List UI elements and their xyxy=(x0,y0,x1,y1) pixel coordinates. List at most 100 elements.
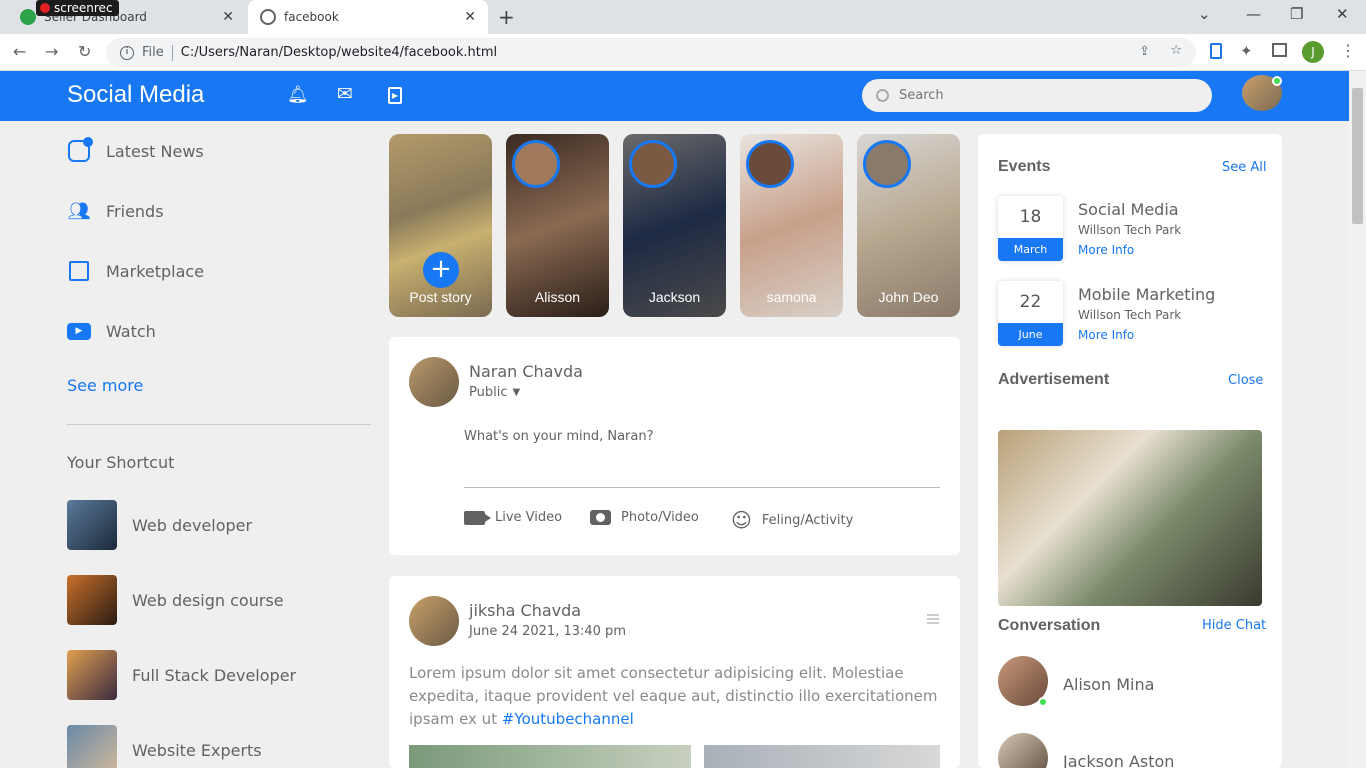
story-john-deo[interactable]: John Deo xyxy=(857,134,960,317)
extension-icon[interactable] xyxy=(1210,43,1222,59)
contact-avatar[interactable] xyxy=(998,733,1048,768)
event-day: 22 xyxy=(1019,292,1042,312)
caret-down-icon: ▼ xyxy=(512,387,521,398)
story-jackson[interactable]: Jackson xyxy=(623,134,726,317)
event-title: Mobile Marketing xyxy=(1078,285,1216,304)
profile-avatar[interactable]: J xyxy=(1302,41,1324,63)
site-navbar: Social Media 🔔︎ ✉ ▶ xyxy=(0,71,1349,121)
event-date-box: 18 March xyxy=(998,196,1063,261)
forward-icon[interactable]: → xyxy=(45,42,58,61)
feeling-activity-button[interactable]: ☺ Feling/Activity xyxy=(731,508,853,532)
hide-chat-link[interactable]: Hide Chat xyxy=(1202,618,1266,633)
composer-input[interactable]: What's on your mind, Naran? xyxy=(464,429,654,444)
shortcut-thumbnail xyxy=(67,575,117,625)
tab-search-icon[interactable]: ⌄ xyxy=(1198,5,1211,23)
new-tab-icon[interactable]: + xyxy=(498,5,515,29)
sidebar-item-latest-news[interactable]: Latest News xyxy=(67,137,204,163)
reload-icon[interactable]: ↻ xyxy=(78,42,91,61)
composer-user-name: Naran Chavda xyxy=(469,362,583,381)
side-panel-icon[interactable] xyxy=(1272,43,1287,57)
story-post[interactable]: + Post story xyxy=(389,134,492,317)
sidebar-item-friends[interactable]: 👥︎ Friends xyxy=(67,199,164,223)
story-alisson[interactable]: Alisson xyxy=(506,134,609,317)
conversation-title: Conversation xyxy=(998,617,1101,634)
post-image[interactable] xyxy=(704,745,940,768)
event-title: Social Media xyxy=(1078,200,1179,219)
shortcut-label: Web design course xyxy=(132,590,284,610)
scrollbar-thumb[interactable] xyxy=(1352,88,1363,224)
restore-icon[interactable]: ❐ xyxy=(1290,5,1303,23)
globe-icon xyxy=(260,9,276,25)
advertisement-image[interactable] xyxy=(998,430,1262,606)
bookmark-star-icon[interactable]: ☆ xyxy=(1170,43,1182,58)
contact-name[interactable]: Jackson Aston xyxy=(1063,752,1174,768)
events-title: Events xyxy=(998,158,1051,175)
post-hashtag[interactable]: #Youtubechannel xyxy=(502,710,634,728)
video-camera-icon xyxy=(464,510,491,525)
puzzle-icon[interactable]: ✦ xyxy=(1240,42,1253,60)
tab-label: facebook xyxy=(284,10,339,24)
bag-icon xyxy=(67,259,91,283)
sidebar-item-label: Marketplace xyxy=(106,261,205,281)
close-tab-icon[interactable]: ✕ xyxy=(464,9,476,25)
close-tab-icon[interactable]: ✕ xyxy=(222,9,234,25)
shortcut-website-experts[interactable]: Website Experts xyxy=(67,725,262,768)
composer-avatar xyxy=(409,357,459,407)
story-name: Alisson xyxy=(534,289,581,305)
privacy-label: Public xyxy=(469,385,508,400)
post-body: Lorem ipsum dolor sit amet consectetur a… xyxy=(409,662,939,731)
file-label: File xyxy=(142,45,164,60)
story-samona[interactable]: samona xyxy=(740,134,843,317)
news-icon xyxy=(67,137,93,163)
story-name: John Deo xyxy=(878,289,939,305)
story-avatar xyxy=(746,140,794,188)
sidebar-item-watch[interactable]: ▶ Watch xyxy=(67,319,156,343)
share-icon[interactable]: ⇪ xyxy=(1139,44,1150,59)
shortcut-label: Website Experts xyxy=(132,740,262,760)
privacy-selector[interactable]: Public ▼ xyxy=(469,385,520,400)
post-menu-icon[interactable] xyxy=(927,614,939,624)
event-more-info-link[interactable]: More Info xyxy=(1078,328,1134,342)
shortcut-label: Web developer xyxy=(132,515,253,535)
event-day: 18 xyxy=(1019,207,1042,227)
url-field[interactable]: i File C:/Users/Naran/Desktop/website4/f… xyxy=(106,38,1196,67)
browser-tab-bar: Seller Dashboard ✕ facebook ✕ screenrec … xyxy=(0,0,1366,34)
contact-name[interactable]: Alison Mina xyxy=(1063,675,1154,694)
screen-recorder-badge: screenrec xyxy=(36,0,119,16)
shortcut-web-developer[interactable]: Web developer xyxy=(67,500,252,550)
post-user-name[interactable]: jiksha Chavda xyxy=(469,601,581,620)
close-ad-link[interactable]: Close xyxy=(1228,373,1263,388)
event-place: Willson Tech Park xyxy=(1078,223,1182,237)
post-image[interactable] xyxy=(409,745,691,768)
post-avatar xyxy=(409,596,459,646)
close-window-icon[interactable]: ✕ xyxy=(1336,5,1349,23)
mail-icon[interactable]: ✉ xyxy=(337,83,353,105)
add-story-icon[interactable]: + xyxy=(423,252,459,288)
shortcut-web-design-course[interactable]: Web design course xyxy=(67,575,284,625)
event-more-info-link[interactable]: More Info xyxy=(1078,243,1134,257)
photo-video-button[interactable]: Photo/Video xyxy=(590,510,699,525)
back-icon[interactable]: ← xyxy=(13,42,26,61)
see-more-link[interactable]: See more xyxy=(67,376,143,395)
search-input[interactable] xyxy=(899,88,1179,103)
video-icon[interactable]: ▶ xyxy=(388,87,402,104)
live-video-button[interactable]: Live Video xyxy=(464,510,562,525)
menu-dots-icon[interactable]: ⋮ xyxy=(1340,41,1356,60)
shortcut-full-stack-developer[interactable]: Full Stack Developer xyxy=(67,650,296,700)
minimize-icon[interactable]: — xyxy=(1246,5,1261,23)
post-text: Lorem ipsum dolor sit amet consectetur a… xyxy=(409,664,938,728)
tab-facebook[interactable]: facebook ✕ xyxy=(248,0,488,34)
address-bar: ← → ↻ i File C:/Users/Naran/Desktop/webs… xyxy=(0,34,1366,71)
see-all-link[interactable]: See All xyxy=(1222,160,1267,175)
search-box[interactable] xyxy=(862,79,1212,112)
camera-icon xyxy=(590,510,611,525)
shortcut-thumbnail xyxy=(67,500,117,550)
info-icon: i xyxy=(120,45,134,60)
play-icon: ▶ xyxy=(67,319,91,343)
sidebar-item-label: Watch xyxy=(106,321,156,341)
sidebar-item-marketplace[interactable]: Marketplace xyxy=(67,259,204,283)
bell-icon[interactable]: 🔔︎ xyxy=(287,85,309,105)
story-avatar xyxy=(629,140,677,188)
brand-logo[interactable]: Social Media xyxy=(67,81,204,109)
friends-icon: 👥︎ xyxy=(67,200,91,222)
